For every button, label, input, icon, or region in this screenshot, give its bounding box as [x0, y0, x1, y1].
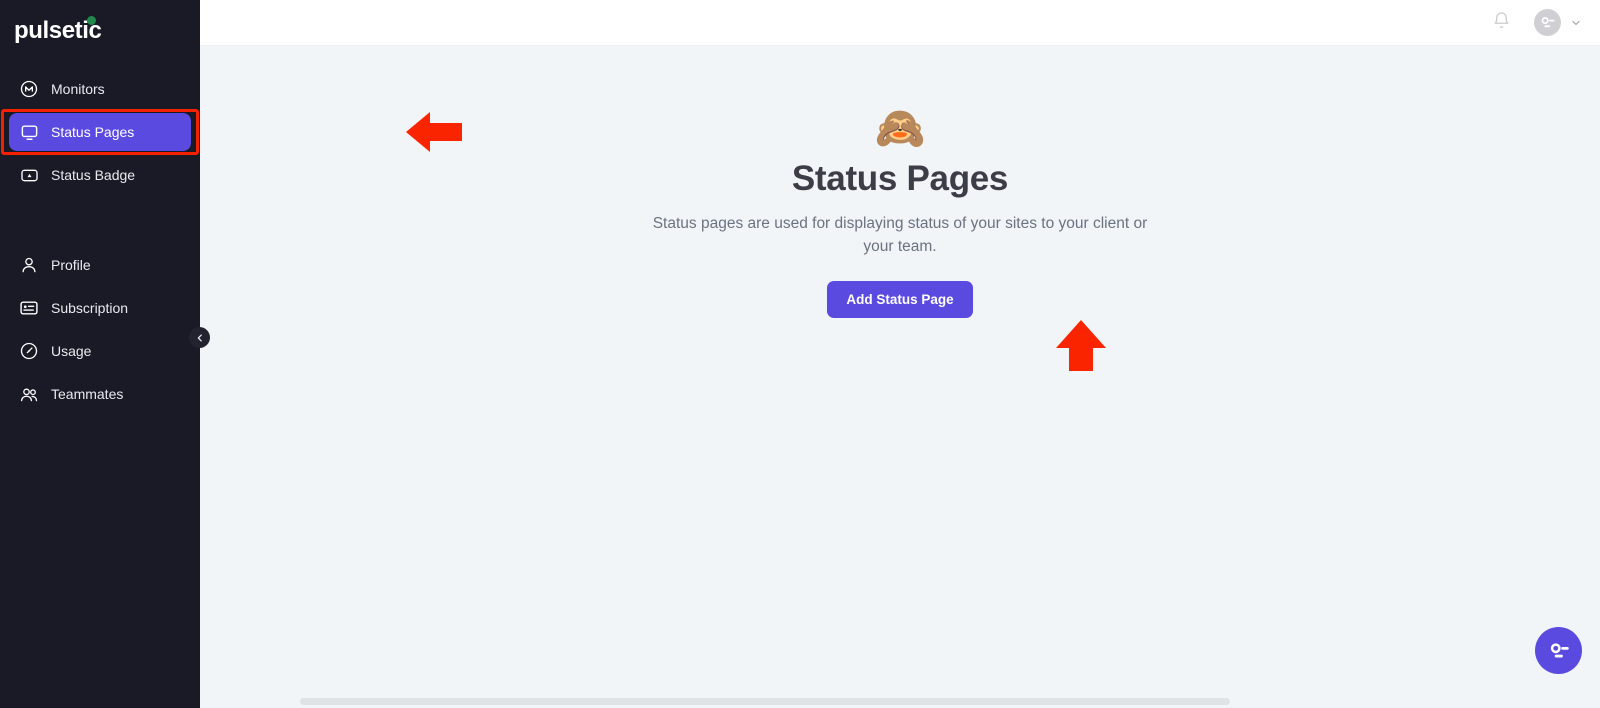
teammates-icon [18, 383, 40, 405]
sidebar-item-monitors[interactable]: Monitors [9, 70, 191, 108]
status-pages-icon [18, 121, 40, 143]
avatar-face-icon [1538, 13, 1557, 32]
chat-face-icon [1546, 638, 1572, 664]
chat-widget-button[interactable] [1535, 627, 1582, 674]
sidebar-item-status-badge[interactable]: Status Badge [9, 156, 191, 194]
sidebar-item-status-pages[interactable]: Status Pages [9, 113, 191, 151]
logo-dot-icon [87, 16, 96, 25]
topbar [200, 0, 1600, 46]
page-title: Status Pages [792, 159, 1008, 199]
see-no-evil-monkey-emoji: 🙈 [874, 108, 925, 149]
sidebar-item-label: Profile [51, 257, 91, 273]
page-description: Status pages are used for displaying sta… [650, 213, 1150, 259]
sidebar-item-label: Status Pages [51, 124, 134, 140]
brand-logo[interactable]: pulsetic [0, 0, 200, 62]
sidebar-item-teammates[interactable]: Teammates [9, 375, 191, 413]
subscription-icon [18, 297, 40, 319]
sidebar-nav-primary: Monitors Status Pages [0, 70, 200, 194]
sidebar-item-label: Status Badge [51, 167, 135, 183]
app-root: pulsetic Monitors [0, 0, 1600, 708]
sidebar-item-usage[interactable]: Usage [9, 332, 191, 370]
horizontal-scrollbar-thumb[interactable] [300, 698, 1230, 705]
red-arrow-left-icon [404, 107, 464, 157]
sidebar-nav-secondary: Profile Subscription [0, 246, 200, 413]
chevron-down-icon [1570, 17, 1582, 29]
monitors-icon [18, 78, 40, 100]
sidebar-item-profile[interactable]: Profile [9, 246, 191, 284]
sidebar-item-label: Monitors [51, 81, 105, 97]
main-area: 🙈 Status Pages Status pages are used for… [200, 0, 1600, 708]
sidebar-item-label: Usage [51, 343, 91, 359]
bell-icon [1492, 11, 1511, 35]
avatar[interactable] [1534, 9, 1561, 36]
notifications-button[interactable] [1486, 8, 1516, 38]
sidebar-item-subscription[interactable]: Subscription [9, 289, 191, 327]
usage-icon [18, 340, 40, 362]
status-badge-icon [18, 164, 40, 186]
profile-icon [18, 254, 40, 276]
sidebar: pulsetic Monitors [0, 0, 200, 708]
account-menu[interactable] [1534, 9, 1582, 36]
sidebar-item-label: Subscription [51, 300, 128, 316]
horizontal-scrollbar-track[interactable] [200, 695, 1600, 708]
sidebar-item-label: Teammates [51, 386, 123, 402]
sidebar-collapse-toggle[interactable] [189, 327, 210, 348]
red-arrow-up-icon [1051, 318, 1111, 373]
add-status-page-button[interactable]: Add Status Page [827, 281, 972, 318]
